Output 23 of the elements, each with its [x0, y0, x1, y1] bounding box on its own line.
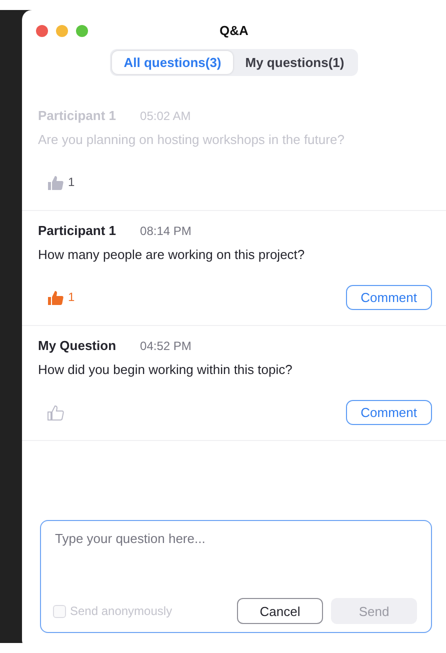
tab[interactable]: My questions(1) — [233, 51, 356, 74]
question-time: 04:52 PM — [140, 339, 192, 353]
maximize-button[interactable] — [76, 25, 88, 37]
comment-button[interactable]: Comment — [346, 284, 432, 310]
cancel-button[interactable]: Cancel — [237, 598, 323, 624]
comment-button[interactable]: Comment — [346, 400, 432, 424]
question-text: How did you begin working within this topic? — [38, 362, 294, 377]
question-text: Are you planning on hosting workshops in the future? — [38, 132, 346, 147]
question-time: 05:02 AM — [140, 109, 191, 123]
vote-count: 1 — [68, 175, 75, 189]
author-name: My Question — [38, 338, 116, 353]
thumbs-up-icon[interactable] — [47, 404, 64, 420]
vote-count: 1 — [68, 290, 75, 304]
minimize-button[interactable] — [56, 25, 68, 37]
thumbs-up-icon[interactable] — [47, 174, 64, 190]
window-title: Q&A — [220, 22, 248, 38]
tab[interactable]: All questions(3) — [112, 51, 234, 74]
question-time: 08:14 PM — [140, 224, 192, 238]
author-name: Participant 1 — [38, 223, 116, 238]
thumbs-up-icon[interactable] — [47, 288, 64, 306]
close-button[interactable] — [36, 25, 48, 37]
author-name: Participant 1 — [38, 108, 116, 123]
question-text: How many people are working on this project? — [38, 247, 306, 262]
